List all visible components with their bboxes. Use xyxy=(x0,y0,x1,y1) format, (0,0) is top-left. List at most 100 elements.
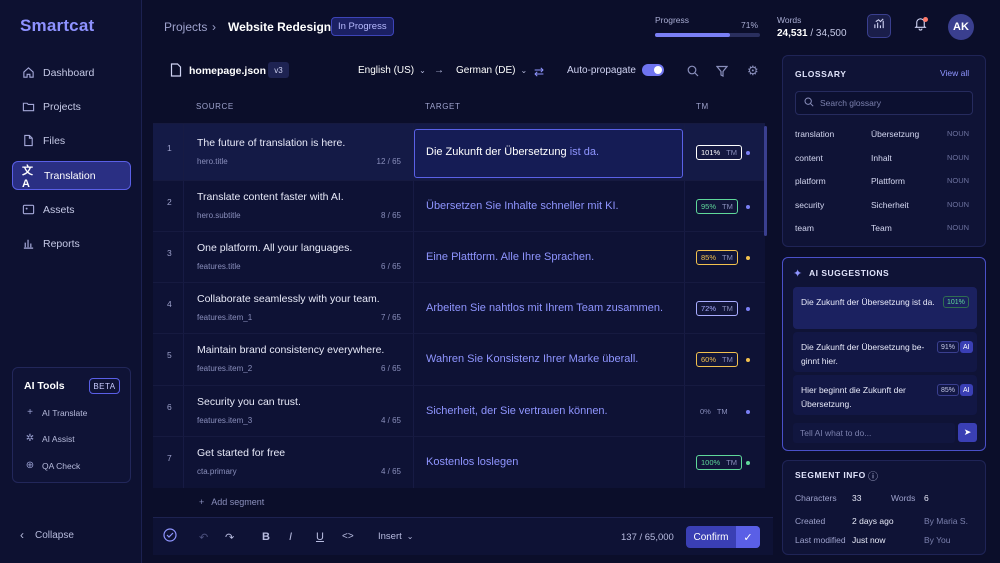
insert-dropdown[interactable]: Insert ⌄ xyxy=(378,531,413,542)
words-done: 24,531 xyxy=(777,28,808,39)
modified-value: Just now xyxy=(852,535,886,545)
ai-prompt-input[interactable]: Tell AI what to do... xyxy=(793,423,955,443)
chevron-down-icon: ⌄ xyxy=(520,66,528,75)
check-circle-icon[interactable] xyxy=(163,528,177,545)
bold-icon[interactable]: B xyxy=(262,531,270,543)
tm-match-percent: 60% xyxy=(701,355,717,364)
source-language-select[interactable]: English (US) ⌄ xyxy=(358,65,426,76)
segment-row[interactable]: 2 Translate content faster with AI. hero.s… xyxy=(153,180,765,231)
tm-match-badge: 85% TM xyxy=(696,249,738,265)
sidebar-item-files[interactable]: Files xyxy=(12,126,131,155)
editor-toolbar: ↶ ↷ B I U <> Insert ⌄ 137 / 65,000 Confir… xyxy=(153,517,773,555)
confirm-button[interactable]: Confirm ✓ xyxy=(686,526,760,548)
tm-match-percent: 95% xyxy=(701,201,717,211)
words-count: 24,531 / 34,500 xyxy=(777,28,847,39)
glossary-pos-tag: NOUN xyxy=(947,176,970,185)
segment-source-text: Maintain brand consistency everywhere. xyxy=(197,344,385,356)
segment-target-text[interactable]: Die Zukunft der Übersetzung ist da. xyxy=(426,146,599,158)
view-all-link[interactable]: View all xyxy=(940,68,969,78)
auto-propagate-toggle[interactable] xyxy=(642,64,664,76)
sidebar-item-assets[interactable]: Assets xyxy=(12,195,131,224)
sidebar-item-reports[interactable]: Reports xyxy=(12,229,131,258)
glossary-title: GLOSSARY xyxy=(795,69,847,79)
ai-suggestion-percent: 91% xyxy=(937,341,960,353)
collapse-button[interactable]: ‹ Collapse xyxy=(20,528,74,542)
ai-suggestion-item[interactable]: Die Zukunft der Übersetzung ist da. 101% xyxy=(793,287,977,329)
ai-assist-item[interactable]: ✲ AI Assist xyxy=(24,433,75,444)
segment-char-count: 4 / 65 xyxy=(380,415,401,425)
redo-icon[interactable]: ↷ xyxy=(225,531,234,544)
file-name: homepage.json xyxy=(189,65,267,77)
add-segment-button[interactable]: + Add segment xyxy=(199,497,264,507)
send-button[interactable]: ➤ xyxy=(958,423,977,442)
segment-target-text[interactable]: Eine Plattform. Alle Ihre Sprachen. xyxy=(426,251,594,263)
search-icon[interactable] xyxy=(687,64,699,82)
glossary-search-input[interactable]: Search glossary xyxy=(795,91,973,115)
notifications-button[interactable] xyxy=(908,14,932,38)
column-divider xyxy=(413,232,414,282)
settings-gear-icon[interactable]: ⚙ xyxy=(747,63,759,79)
info-icon[interactable]: ⓘ xyxy=(868,468,878,483)
glossary-target-term: Übersetzung xyxy=(871,129,920,139)
source-language-label: English (US) xyxy=(358,65,415,76)
segment-row[interactable]: 6 Security you can trust. features.item_3 4… xyxy=(153,385,765,436)
ai-suggestion-item[interactable]: Die Zukunft der Übersetzung be-ginnt hie… xyxy=(793,332,977,372)
ai-item-label: AI Assist xyxy=(42,433,75,444)
segment-row[interactable]: 4 Collaborate seamlessly with your team. f… xyxy=(153,282,765,333)
status-badge: In Progress xyxy=(331,17,394,36)
sidebar-item-label: Files xyxy=(43,134,66,147)
glossary-target-term: Plattform xyxy=(871,176,906,186)
code-icon[interactable]: <> xyxy=(342,531,354,542)
segment-target-text[interactable]: Übersetzen Sie Inhalte schneller mit KI. xyxy=(426,200,619,212)
qa-check-item[interactable]: ⊕ QA Check xyxy=(24,460,80,471)
segment-key: hero.subtitle xyxy=(197,210,241,220)
italic-icon[interactable]: I xyxy=(289,531,292,543)
column-divider xyxy=(684,386,685,436)
sidebar-item-label: Projects xyxy=(43,100,81,113)
segment-target-text[interactable]: Arbeiten Sie nahtlos mit Ihrem Team zusa… xyxy=(426,302,663,314)
segment-row[interactable]: 3 One platform. All your languages. featur… xyxy=(153,231,765,282)
swap-languages-icon[interactable]: ⇄ xyxy=(534,65,544,79)
sidebar-item-dashboard[interactable]: Dashboard xyxy=(12,58,131,87)
tm-match-percent: 100% xyxy=(701,458,721,467)
segment-key: features.item_3 xyxy=(197,415,253,425)
segment-target-text[interactable]: Wahren Sie Konsistenz Ihrer Marke überal… xyxy=(426,353,638,365)
breadcrumb-projects[interactable]: Projects xyxy=(164,20,207,34)
progress-bar xyxy=(655,33,760,37)
column-divider xyxy=(413,334,414,385)
segment-info-panel: SEGMENT INFO ⓘ Characters 33 Words 6 Cre… xyxy=(782,460,986,555)
file-icon xyxy=(170,63,182,82)
send-icon: ➤ xyxy=(963,427,972,437)
segment-target-text[interactable]: Kostenlos loslegen xyxy=(426,456,518,468)
scrollbar-thumb[interactable] xyxy=(764,126,767,236)
status-dot xyxy=(746,409,750,414)
target-language-label: German (DE) xyxy=(456,65,516,76)
segment-row[interactable]: 1 The future of translation is here. hero.… xyxy=(153,123,765,180)
tm-tag: TM xyxy=(726,458,738,467)
segment-target-text[interactable]: Sicherheit, der Sie vertrauen können. xyxy=(426,405,608,417)
sidebar-item-projects[interactable]: Projects xyxy=(12,92,131,121)
glossary-pos-tag: NOUN xyxy=(947,223,970,232)
segment-char-count: 8 / 65 xyxy=(380,210,401,220)
filter-icon[interactable] xyxy=(715,64,729,82)
sparkle-icon: ✲ xyxy=(25,433,35,444)
avatar[interactable]: AK xyxy=(948,14,974,40)
column-divider xyxy=(183,437,184,488)
sidebar-item-translation[interactable]: 文A Translation xyxy=(12,161,131,190)
column-header-source: SOURCE xyxy=(196,102,234,111)
segment-row[interactable]: 5 Maintain brand consistency everywhere. f… xyxy=(153,333,765,385)
undo-icon[interactable]: ↶ xyxy=(199,531,208,544)
notification-dot xyxy=(923,17,928,22)
underline-icon[interactable]: U xyxy=(316,531,324,543)
tm-match-percent: 0% xyxy=(700,406,711,416)
segment-key: features.item_2 xyxy=(197,364,253,373)
column-header-tm: TM xyxy=(696,102,709,111)
words-label: Words xyxy=(891,493,916,503)
ai-suggestion-item[interactable]: Hier beginnt die Zukunft der Übersetzung… xyxy=(793,375,977,415)
target-language-select[interactable]: German (DE) ⌄ xyxy=(456,65,527,76)
app-logo[interactable]: Smartcat xyxy=(20,16,94,36)
glossary-target-term: Team xyxy=(871,223,892,233)
ai-translate-item[interactable]: + AI Translate xyxy=(24,407,87,418)
analytics-button[interactable] xyxy=(867,14,891,38)
segment-row[interactable]: 7 Get started for free cta.primary 4 / 65 Ko… xyxy=(153,436,765,488)
